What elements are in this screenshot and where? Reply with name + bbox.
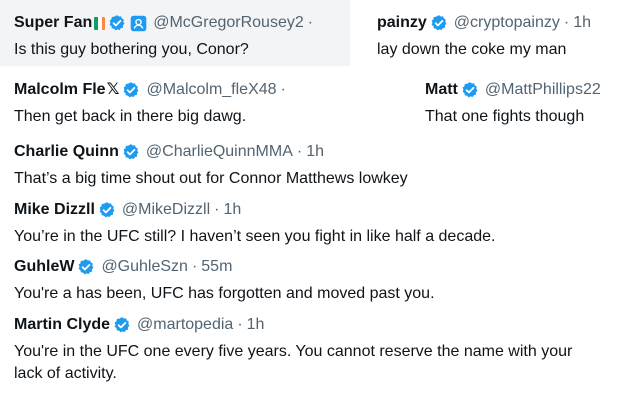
verified-badge-icon[interactable] xyxy=(108,14,126,32)
reply-tweet[interactable]: Matt @MattPhillips22 That one fights tho… xyxy=(425,80,601,128)
verified-badge-icon[interactable] xyxy=(113,316,131,334)
timestamp[interactable]: 1h xyxy=(573,13,591,33)
author-name[interactable]: Super Fan xyxy=(14,13,92,33)
author-handle[interactable]: @CharlieQuinnMMA xyxy=(146,142,293,162)
reply-header: Martin Clyde @martopedia · 1h xyxy=(14,315,604,335)
timestamp[interactable]: 1h xyxy=(306,142,324,162)
reply-header: Malcolm Fle 𝕏 @Malcolm_fleX48 · xyxy=(14,80,286,100)
author-name[interactable]: Charlie Quinn xyxy=(14,142,119,162)
author-handle[interactable]: @cryptopainzy xyxy=(454,13,560,33)
reply-text: You're a has been, UFC has forgotten and… xyxy=(14,285,435,302)
verified-badge-icon[interactable] xyxy=(98,201,116,219)
timestamp[interactable]: 1h xyxy=(247,315,265,335)
reply-tweet[interactable]: painzy @cryptopainzy · 1h lay down the c… xyxy=(377,13,591,61)
reply-text: You're in the UFC one every five years. … xyxy=(14,343,573,382)
reply-header: Mike Dizzll @MikeDizzll · 1h xyxy=(14,200,495,220)
reply-tweet[interactable]: GuhleW @GuhleSzn · 55m You're a has been… xyxy=(14,257,435,305)
reply-header: painzy @cryptopainzy · 1h xyxy=(377,13,591,33)
reply-header: GuhleW @GuhleSzn · 55m xyxy=(14,257,435,277)
author-name[interactable]: GuhleW xyxy=(14,257,74,277)
reply-text: Is this guy bothering you, Conor? xyxy=(14,41,249,58)
reply-header: Super Fan @McGregorRousey2 · xyxy=(14,13,313,33)
reply-header: Matt @MattPhillips22 xyxy=(425,80,601,100)
ireland-flag-icon xyxy=(94,16,106,30)
author-name[interactable]: Malcolm Fle xyxy=(14,80,106,100)
separator-dot: · xyxy=(214,201,220,218)
verified-badge-icon[interactable] xyxy=(122,143,140,161)
verified-badge-icon[interactable] xyxy=(461,81,479,99)
verified-badge-icon[interactable] xyxy=(430,14,448,32)
author-handle[interactable]: @McGregorRousey2 xyxy=(153,13,304,33)
author-handle[interactable]: @GuhleSzn xyxy=(101,257,188,277)
reply-header: Charlie Quinn @CharlieQuinnMMA · 1h xyxy=(14,142,408,162)
separator-dot: · xyxy=(237,316,243,333)
author-name[interactable]: painzy xyxy=(377,13,427,33)
reply-text: Then get back in there big dawg. xyxy=(14,108,247,125)
author-handle[interactable]: @Malcolm_fleX48 xyxy=(146,80,276,100)
author-name[interactable]: Matt xyxy=(425,80,458,100)
author-name[interactable]: Martin Clyde xyxy=(14,315,110,335)
author-name[interactable]: Mike Dizzll xyxy=(14,200,95,220)
separator-dot: · xyxy=(280,81,286,98)
author-handle[interactable]: @MattPhillips22 xyxy=(485,80,601,100)
reply-tweet[interactable]: Martin Clyde @martopedia · 1h You're in … xyxy=(14,315,604,385)
id-card-icon[interactable] xyxy=(129,14,147,32)
separator-dot: · xyxy=(307,14,314,31)
separator-dot: · xyxy=(191,258,198,275)
separator-dot: · xyxy=(296,143,303,160)
author-handle[interactable]: @martopedia xyxy=(137,315,233,335)
reply-text: That’s a big time shout out for Connor M… xyxy=(14,170,408,187)
verified-badge-icon[interactable] xyxy=(122,81,140,99)
timestamp[interactable]: 1h xyxy=(223,200,241,220)
separator-dot: · xyxy=(563,14,570,31)
reply-text: You’re in the UFC still? I haven’t seen … xyxy=(14,228,496,245)
timestamp[interactable]: 55m xyxy=(201,257,232,277)
reply-tweet[interactable]: Super Fan @McGregorRousey2 · Is this guy… xyxy=(14,13,313,61)
verified-badge-icon[interactable] xyxy=(77,258,95,276)
reply-text: That one fights though xyxy=(425,108,585,125)
reply-tweet[interactable]: Charlie Quinn @CharlieQuinnMMA · 1h That… xyxy=(14,142,408,190)
x-logo-suffix: 𝕏 xyxy=(106,81,120,98)
reply-text: lay down the coke my man xyxy=(377,41,567,58)
author-handle[interactable]: @MikeDizzll xyxy=(122,200,210,220)
reply-tweet[interactable]: Mike Dizzll @MikeDizzll · 1h You’re in t… xyxy=(14,200,495,248)
reply-tweet[interactable]: Malcolm Fle 𝕏 @Malcolm_fleX48 · Then get … xyxy=(14,80,286,128)
